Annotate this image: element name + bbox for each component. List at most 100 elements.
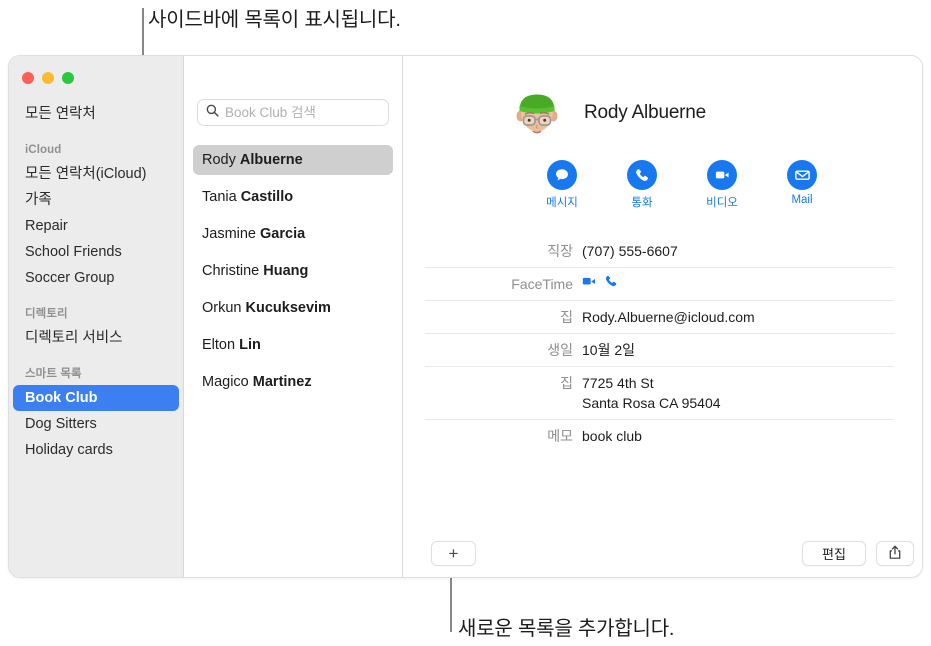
sidebar-item-가족[interactable]: 가족 [13,187,179,213]
minimize-button[interactable] [42,72,54,84]
contact-last-name: Martinez [252,374,312,390]
sidebar-item-디렉토리-서비스[interactable]: 디렉토리 서비스 [13,325,179,351]
plus-icon: + [448,544,459,563]
contact-first-name: Elton [202,337,240,353]
sidebar-group-header: 디렉토리 [25,308,68,320]
contact-field-label: 생일 [547,342,573,358]
contact-field-row: 집 7725 4th St Santa Rosa CA 95404 [425,366,894,419]
contact-first-name: Rody [202,152,240,168]
search-field[interactable] [197,99,389,126]
contact-field-value[interactable]: book club [582,426,642,446]
contact-first-name: Orkun [202,300,246,316]
sidebar-item-soccer-group[interactable]: Soccer Group [13,265,179,291]
action-button-label: Mail [791,194,813,206]
contact-field-value[interactable]: 7725 4th St Santa Rosa CA 95404 [582,373,721,413]
search-container [184,56,402,126]
sidebar-item-book-club[interactable]: Book Club [13,385,179,411]
contact-last-name: Kucuksevim [245,300,331,316]
sidebar-list: 모든 연락처 iCloud 모든 연락처(iCloud) 가족 Repair School… [9,56,183,463]
contact-field-label: 집 [560,309,573,325]
contact-first-name: Magico [202,374,253,390]
search-icon [206,104,219,122]
zoom-button[interactable] [62,72,74,84]
contact-first-name: Tania [202,189,241,205]
mail-envelope-icon [787,160,817,190]
contact-field-row: FaceTime [425,267,894,300]
contact-detail-scroll: Rody Albuerne 메시지 통화 비디오 Mail 직장 (707) 555-6… [403,56,922,452]
edit-button[interactable]: 편집 [802,541,866,566]
action-button-label: 비디오 [706,197,738,209]
close-button[interactable] [22,72,34,84]
contact-field-label: 직장 [547,243,573,259]
callout-text-bottom: 새로운 목록을 추가합니다. [458,618,675,640]
contact-field-value[interactable] [582,274,618,288]
contact-last-name: Lin [239,337,261,353]
sidebar-item-holiday-cards[interactable]: Holiday cards [13,437,179,463]
share-button[interactable] [876,541,914,566]
sidebar-item-dog-sitters[interactable]: Dog Sitters [13,411,179,437]
action-button-message-bubble[interactable]: 메시지 [541,160,583,210]
contact-field-text: (707) 555-6607 [582,243,678,259]
sidebar-item-repair[interactable]: Repair [13,213,179,239]
contact-list: Rody Albuerne Tania Castillo Jasmine Garci… [184,145,402,397]
contact-last-name: Castillo [240,189,294,205]
sidebar-group-header: iCloud [25,144,62,156]
phone-icon[interactable] [604,274,618,288]
contact-field-row: 메모 book club [425,419,894,452]
contact-list-item[interactable]: Jasmine Garcia [193,219,393,249]
contact-field-label: 집 [560,375,573,391]
contact-field-row: 집 Rody.Albuerne@icloud.com [425,300,894,333]
contact-field-value[interactable]: Rody.Albuerne@icloud.com [582,307,755,327]
contact-name: Rody Albuerne [584,102,707,123]
contacts-window: 모든 연락처 iCloud 모든 연락처(iCloud) 가족 Repair School… [8,55,923,578]
contact-first-name: Christine [202,263,264,279]
contact-list-item[interactable]: Elton Lin [193,330,393,360]
window-controls [22,72,74,84]
share-icon [888,545,902,563]
contact-detail-pane: Rody Albuerne 메시지 통화 비디오 Mail 직장 (707) 555-6… [403,56,922,577]
sidebar-item-모든-연락처[interactable]: 모든 연락처 [13,101,179,127]
message-bubble-icon [547,160,577,190]
contact-field-row: 생일 10월 2일 [425,333,894,366]
contact-field-text: Rody.Albuerne@icloud.com [582,309,755,325]
contact-action-buttons: 메시지 통화 비디오 Mail [425,160,900,210]
detail-bottom-bar: + 편집 [403,533,922,577]
contact-field-line: Santa Rosa CA 95404 [582,395,721,411]
contact-field-value[interactable]: 10월 2일 [582,340,635,360]
add-list-button[interactable]: + [431,541,476,566]
action-button-mail-envelope[interactable]: Mail [781,160,823,210]
contact-list-item[interactable]: Orkun Kucuksevim [193,293,393,323]
contact-list-column: Rody Albuerne Tania Castillo Jasmine Garci… [184,56,403,577]
phone-icon [627,160,657,190]
action-button-phone[interactable]: 통화 [621,160,663,210]
contact-list-item[interactable]: Christine Huang [193,256,393,286]
contact-first-name: Jasmine [202,226,261,242]
callout-text-top: 사이드바에 목록이 표시됩니다. [148,9,401,31]
contact-field-label: FaceTime [511,276,573,292]
contact-header: Rody Albuerne [425,84,900,142]
video-camera-icon[interactable] [582,275,597,288]
contact-last-name: Albuerne [239,152,303,168]
sidebar-item-모든-연락처-icloud[interactable]: 모든 연락처(iCloud) [13,161,179,187]
action-button-video-camera[interactable]: 비디오 [701,160,743,210]
contact-field-text: book club [582,428,642,444]
action-button-label: 메시지 [546,197,578,209]
avatar[interactable] [508,84,566,142]
contact-field-row: 직장 (707) 555-6607 [425,239,894,267]
contact-field-value[interactable]: (707) 555-6607 [582,241,678,261]
contact-last-name: Huang [263,263,309,279]
search-input[interactable] [225,105,380,120]
contact-field-line: 7725 4th St [582,375,654,391]
sidebar-item-school-friends[interactable]: School Friends [13,239,179,265]
contact-list-item[interactable]: Tania Castillo [193,182,393,212]
contact-list-item[interactable]: Rody Albuerne [193,145,393,175]
sidebar: 모든 연락처 iCloud 모든 연락처(iCloud) 가족 Repair School… [9,56,184,577]
contact-list-item[interactable]: Magico Martinez [193,367,393,397]
video-camera-icon [707,160,737,190]
contact-field-text: 10월 2일 [582,342,636,358]
contact-fields: 직장 (707) 555-6607 FaceTime 집 Rody.Albuerne@i… [425,239,900,452]
action-button-label: 통화 [631,197,653,209]
